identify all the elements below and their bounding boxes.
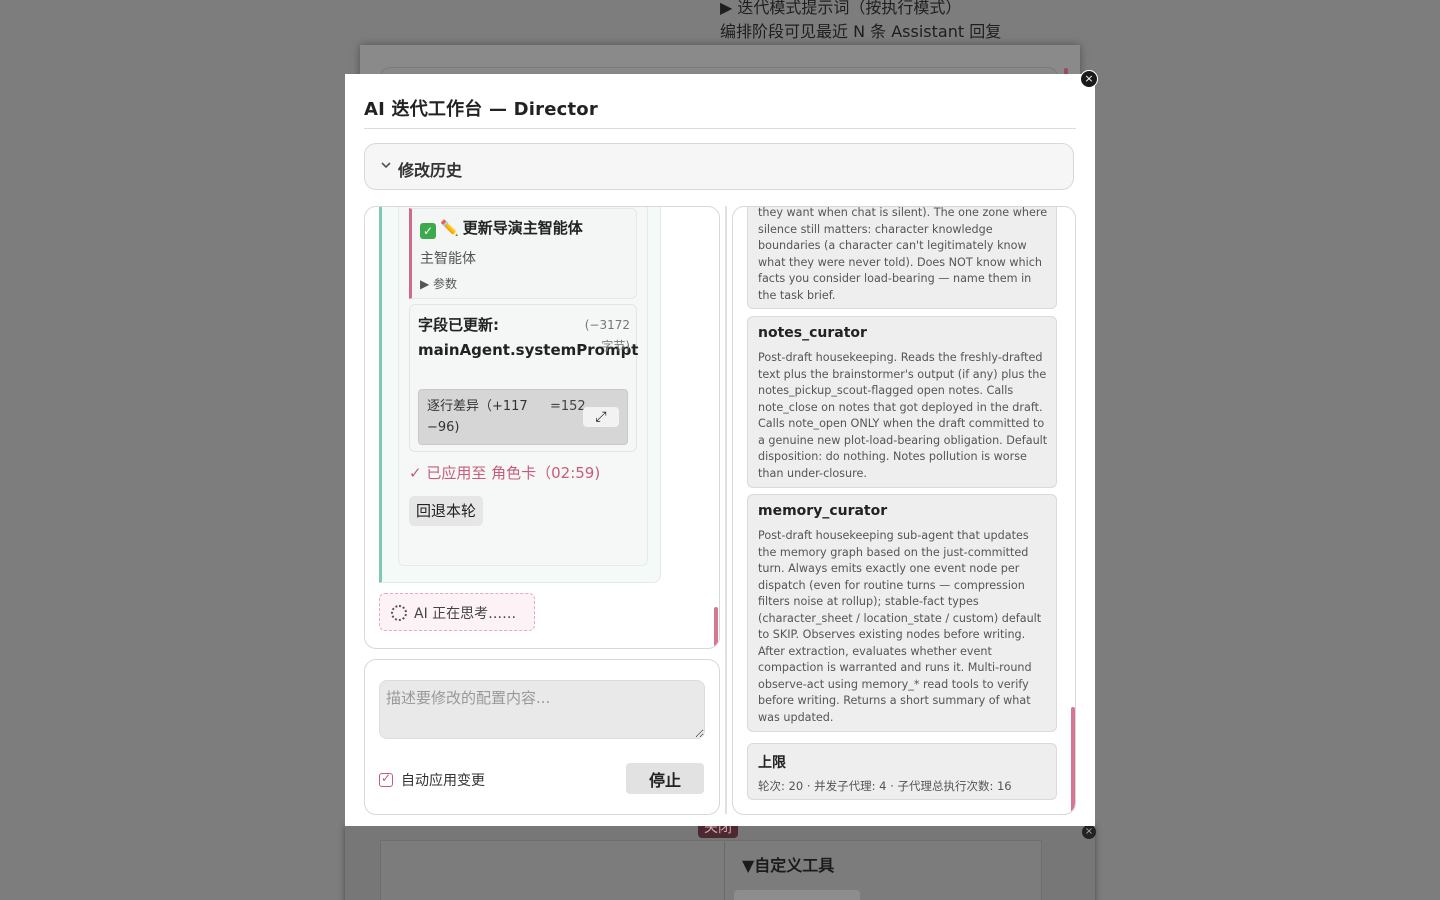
spinner-icon bbox=[391, 605, 407, 621]
background-close-icon: × bbox=[1082, 825, 1096, 839]
expand-diff-button[interactable]: ⤢ bbox=[583, 407, 619, 427]
tool-call-title: ✓ ✏️ 更新导演主智能体 bbox=[420, 217, 583, 239]
limits-title: 上限 bbox=[758, 755, 786, 771]
modal-title: AI 迭代工作台 — Director bbox=[364, 99, 598, 120]
pane-resize-handle[interactable] bbox=[725, 206, 727, 814]
director-modal: AI 迭代工作台 — Director 修改历史 ✓ ✏️ 更新导演主智能体 主智能… bbox=[345, 74, 1095, 826]
custom-tools-heading: ▼自定义工具 bbox=[742, 856, 835, 875]
background-divider bbox=[724, 842, 725, 900]
tool-call-title-text: 更新导演主智能体 bbox=[462, 219, 583, 237]
title-divider bbox=[364, 128, 1076, 129]
background-panel-lower-box bbox=[380, 840, 1042, 900]
assistant-message: ✓ ✏️ 更新导演主智能体 主智能体 ▶ 参数 字段已更新: mainAgent.s… bbox=[379, 207, 661, 583]
auto-apply-checkbox[interactable] bbox=[379, 771, 393, 787]
background-line-2: 编排阶段可见最近 N 条 Assistant 回复 bbox=[720, 22, 1002, 41]
applied-status: ✓ 已应用至 角色卡（02:59) bbox=[409, 464, 601, 482]
agent-description: Post-draft housekeeping sub-agent that u… bbox=[758, 529, 1042, 724]
limits-text: 轮次: 20 · 并发子代理: 4 · 子代理总执行次数: 16 bbox=[758, 779, 1012, 793]
field-update-title: 字段已更新: mainAgent.systemPrompt bbox=[418, 316, 639, 359]
stop-button[interactable]: 停止 bbox=[626, 763, 704, 794]
limits-card: 上限 轮次: 20 · 并发子代理: 4 · 子代理总执行次数: 16 bbox=[747, 743, 1057, 800]
field-size-delta: (−3172 字节) bbox=[584, 318, 630, 353]
tool-call-subtitle: 主智能体 bbox=[420, 251, 476, 267]
agent-card: they want when chat is silent). The one … bbox=[747, 206, 1057, 309]
auto-apply-label: 自动应用变更 bbox=[401, 773, 485, 789]
background-button bbox=[734, 890, 860, 900]
agent-name: memory_curator bbox=[758, 503, 888, 519]
background-text: ▶ 迭代模式提示词（按执行模式） 编排阶段可见最近 N 条 Assistant … bbox=[720, 0, 1001, 44]
line-diff-box: 逐行差异（+117 −96) =152 ⤢ bbox=[418, 389, 628, 445]
thinking-indicator: AI 正在思考…… bbox=[379, 593, 535, 631]
thinking-text: AI 正在思考…… bbox=[414, 606, 517, 622]
check-icon: ✓ bbox=[420, 223, 436, 239]
chevron-down-icon bbox=[381, 162, 391, 169]
input-pane: 自动应用变更 停止 bbox=[364, 659, 720, 815]
agents-pane[interactable]: they want when chat is silent). The one … bbox=[732, 206, 1076, 815]
history-label: 修改历史 bbox=[398, 161, 463, 180]
diff-label: 逐行差异（+117 −96) bbox=[427, 399, 528, 435]
background-line-1: ▶ 迭代模式提示词（按执行模式） bbox=[720, 0, 962, 17]
agents-scrollbar[interactable] bbox=[1071, 707, 1075, 813]
chat-scrollbar[interactable] bbox=[714, 607, 718, 647]
auto-apply-toggle[interactable]: 自动应用变更 bbox=[379, 770, 485, 790]
tool-call-card: ✓ ✏️ 更新导演主智能体 主智能体 ▶ 参数 bbox=[409, 208, 637, 299]
agent-card-memory-curator: memory_curator Post-draft housekeeping s… bbox=[747, 494, 1057, 732]
history-toggle[interactable]: 修改历史 bbox=[364, 143, 1074, 190]
field-update-card: 字段已更新: mainAgent.systemPrompt (−3172 字节)… bbox=[409, 304, 639, 452]
diff-unchanged-count: =152 bbox=[550, 399, 586, 414]
agent-card-notes-curator: notes_curator Post-draft housekeeping. R… bbox=[747, 316, 1057, 488]
agent-name: notes_curator bbox=[758, 325, 867, 341]
chat-pane[interactable]: ✓ ✏️ 更新导演主智能体 主智能体 ▶ 参数 字段已更新: mainAgent.s… bbox=[364, 206, 720, 649]
expand-icon: ⤢ bbox=[595, 409, 607, 425]
agent-description: Post-draft housekeeping. Reads the fresh… bbox=[758, 351, 1048, 480]
pencil-icon: ✏️ bbox=[440, 219, 459, 237]
rollback-button[interactable]: 回退本轮 bbox=[409, 496, 484, 526]
prompt-input[interactable] bbox=[379, 680, 705, 739]
agent-description: they want when chat is silent). The one … bbox=[758, 206, 1048, 302]
close-icon[interactable]: × bbox=[1080, 70, 1098, 88]
params-toggle[interactable]: ▶ 参数 bbox=[420, 275, 457, 292]
